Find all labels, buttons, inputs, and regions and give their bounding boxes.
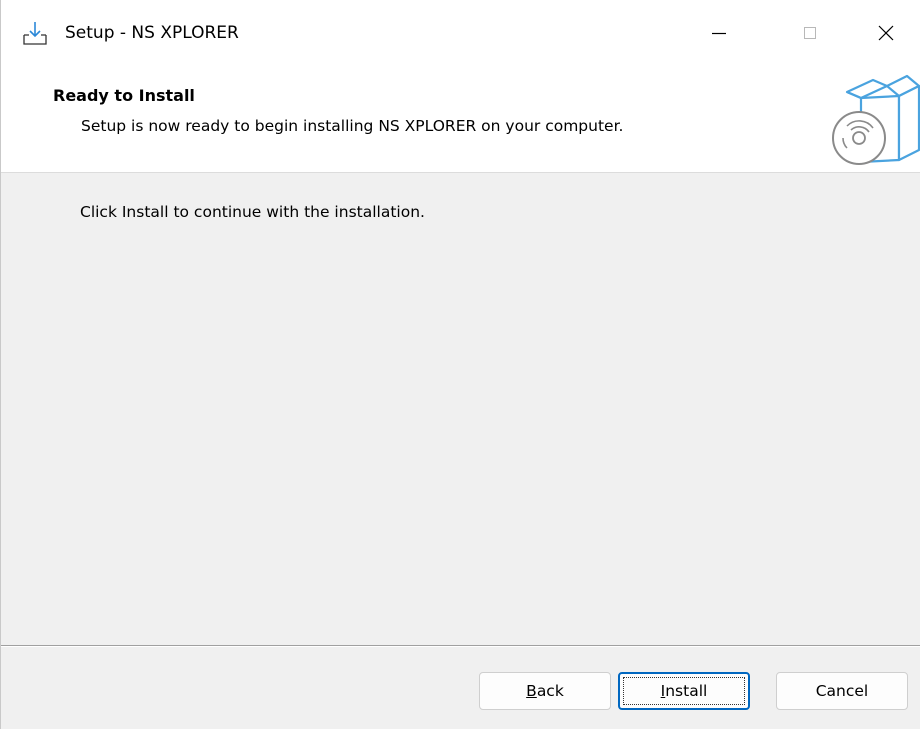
back-label: ack bbox=[536, 682, 564, 700]
page-subtitle: Setup is now ready to begin installing N… bbox=[81, 117, 624, 135]
footer-divider bbox=[1, 645, 920, 647]
wizard-header: Ready to Install Setup is now ready to b… bbox=[1, 66, 920, 173]
software-box-cd-icon bbox=[832, 74, 920, 165]
title-bar[interactable]: Setup - NS XPLORER bbox=[1, 0, 920, 66]
setup-window: Setup - NS XPLORER Ready to Install Setu… bbox=[0, 0, 920, 729]
minimize-button[interactable] bbox=[696, 0, 742, 66]
close-icon bbox=[878, 25, 894, 41]
minimize-icon bbox=[712, 32, 726, 35]
installer-download-icon bbox=[23, 22, 47, 45]
window-title: Setup - NS XPLORER bbox=[65, 23, 239, 43]
cancel-button[interactable]: Cancel bbox=[776, 672, 908, 710]
maximize-button[interactable] bbox=[787, 0, 833, 66]
instruction-text: Click Install to continue with the insta… bbox=[80, 203, 425, 221]
page-title: Ready to Install bbox=[53, 86, 195, 105]
focus-rect bbox=[623, 677, 745, 705]
back-button[interactable]: Back bbox=[479, 672, 611, 710]
install-button[interactable]: Install bbox=[618, 672, 750, 710]
maximize-icon bbox=[804, 27, 816, 39]
close-button[interactable] bbox=[863, 0, 909, 66]
back-mnemonic: B bbox=[526, 682, 537, 700]
